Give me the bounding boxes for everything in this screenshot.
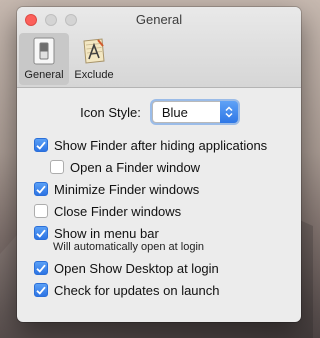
general-pane: Icon Style: Blue Show Finder after hidin…: [17, 88, 301, 301]
option-label: Open Show Desktop at login: [54, 260, 219, 276]
tab-general[interactable]: General: [19, 33, 69, 85]
option-label: Check for updates on launch: [54, 282, 220, 298]
option-label: Close Finder windows: [54, 203, 182, 219]
option-show-finder[interactable]: Show Finder after hiding applications: [17, 134, 301, 156]
chevron-up-down-icon: [219, 101, 238, 123]
checkbox-minimize-finder[interactable]: [34, 182, 48, 196]
icon-style-label: Icon Style:: [80, 104, 141, 120]
window-title: General: [135, 12, 183, 27]
title-bar: General General Exclude: [17, 7, 301, 88]
checkbox-show-menu-bar[interactable]: [34, 226, 48, 240]
tab-exclude[interactable]: Exclude: [69, 33, 119, 85]
option-label: Show Finder after hiding applications: [54, 137, 268, 153]
options-list: Show Finder after hiding applications Op…: [17, 134, 301, 301]
option-label: Show in menu bar: [54, 225, 159, 241]
icon-style-row: Icon Style: Blue: [17, 99, 301, 125]
menu-bar-note: Will automatically open at login: [53, 241, 205, 253]
option-label: Open a Finder window: [70, 159, 201, 175]
preferences-window: General General Exclude Icon Style: Blue…: [17, 7, 301, 322]
option-label: Minimize Finder windows: [54, 181, 200, 197]
switch-icon: [31, 36, 57, 66]
tab-exclude-label: Exclude: [74, 69, 114, 81]
checkbox-show-finder[interactable]: [34, 138, 48, 152]
option-close-finder[interactable]: Close Finder windows: [17, 200, 301, 222]
tab-general-label: General: [24, 69, 64, 81]
app-icon: [81, 36, 107, 66]
icon-style-value: Blue: [161, 105, 188, 120]
checkbox-open-at-login[interactable]: [34, 261, 48, 275]
option-check-updates[interactable]: Check for updates on launch: [17, 279, 301, 301]
option-open-at-login[interactable]: Open Show Desktop at login: [17, 257, 301, 279]
checkbox-open-finder-window[interactable]: [50, 160, 64, 174]
checkbox-check-updates[interactable]: [34, 283, 48, 297]
icon-style-select[interactable]: Blue: [151, 101, 238, 123]
checkbox-close-finder[interactable]: [34, 204, 48, 218]
option-open-finder-window[interactable]: Open a Finder window: [17, 156, 301, 178]
toolbar: General Exclude: [19, 33, 119, 85]
option-minimize-finder[interactable]: Minimize Finder windows: [17, 178, 301, 200]
